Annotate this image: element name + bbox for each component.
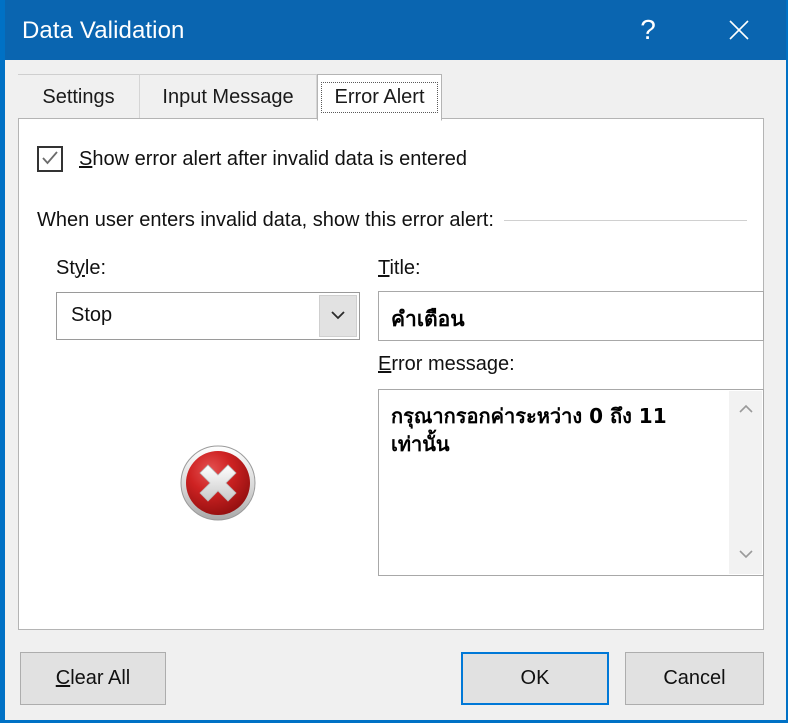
style-label: Style: <box>56 257 106 280</box>
ok-button[interactable]: OK <box>461 652 609 705</box>
title-input[interactable]: คำเตือน <box>378 291 764 341</box>
close-icon <box>727 18 751 42</box>
tab-strip: Settings Input Message Error Alert <box>18 74 764 121</box>
close-button[interactable] <box>709 0 769 60</box>
stop-error-icon <box>179 444 257 522</box>
question-mark-icon: ? <box>640 14 656 45</box>
title-bar: Data Validation ? <box>5 0 786 60</box>
clear-all-label: Clear All <box>56 667 130 690</box>
tab-settings[interactable]: Settings <box>18 74 140 119</box>
error-message-accel-char: E <box>378 353 392 375</box>
show-error-alert-checkbox[interactable] <box>37 146 63 172</box>
show-error-alert-row[interactable]: Show error alert after invalid data is e… <box>37 146 467 172</box>
scroll-down-button[interactable] <box>729 540 762 570</box>
help-button[interactable]: ? <box>618 0 678 60</box>
error-message-label-after: rror message: <box>391 353 515 375</box>
error-alert-panel: Show error alert after invalid data is e… <box>18 118 764 630</box>
title-label-after: itle: <box>389 257 421 279</box>
style-label-before: St <box>56 257 75 279</box>
cancel-button-label: Cancel <box>663 667 726 689</box>
clear-all-label-after: lear All <box>70 667 131 689</box>
error-message-label: Error message: <box>378 353 515 376</box>
style-label-after: le: <box>84 257 107 279</box>
clear-all-button[interactable]: Clear All <box>20 652 166 705</box>
error-message-textarea[interactable]: กรุณากรอกค่าระหว่าง 0 ถึง 11 เท่านั้น <box>378 389 764 576</box>
tab-input-message[interactable]: Input Message <box>140 74 317 119</box>
checkbox-label-rest: how error alert after invalid data is en… <box>92 147 467 170</box>
title-field-label: Title: <box>378 257 421 280</box>
window-title: Data Validation <box>22 17 185 44</box>
style-combobox-value: Stop <box>71 304 113 326</box>
checkbox-accel-char: S <box>79 147 93 170</box>
group-header-divider <box>503 220 747 221</box>
clear-all-accel-char: C <box>55 667 71 689</box>
group-header-label: When user enters invalid data, show this… <box>37 209 494 231</box>
chevron-up-icon <box>738 401 754 419</box>
tab-error-alert-label: Error Alert <box>321 82 438 113</box>
style-combobox[interactable]: Stop <box>56 292 360 340</box>
ok-button-label: OK <box>520 667 550 689</box>
error-message-value: กรุณากรอกค่าระหว่าง 0 ถึง 11 เท่านั้น <box>391 404 667 456</box>
title-input-value: คำเตือน <box>391 307 465 331</box>
cancel-button[interactable]: Cancel <box>625 652 764 705</box>
style-accel-char: y <box>74 257 85 279</box>
chevron-down-icon <box>330 307 346 325</box>
tab-input-message-label: Input Message <box>162 85 294 108</box>
scroll-up-button[interactable] <box>729 395 762 425</box>
show-error-alert-label: Show error alert after invalid data is e… <box>79 148 467 171</box>
chevron-down-icon <box>738 546 754 564</box>
tab-settings-label: Settings <box>42 85 115 108</box>
error-message-scrollbar[interactable] <box>729 391 762 574</box>
data-validation-dialog: Data Validation ? Settings Input Message… <box>0 0 788 723</box>
title-accel-char: T <box>378 257 390 279</box>
group-header: When user enters invalid data, show this… <box>37 209 747 232</box>
style-combobox-dropdown-button[interactable] <box>319 295 357 337</box>
tab-error-alert[interactable]: Error Alert <box>317 74 442 121</box>
